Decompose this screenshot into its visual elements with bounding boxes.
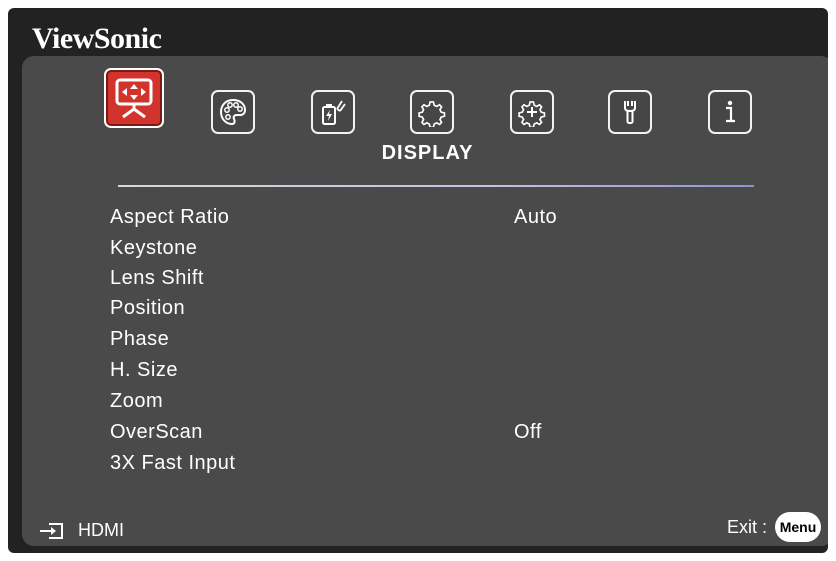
- palette-icon: [219, 98, 247, 126]
- input-source-icon: [40, 522, 63, 539]
- menu-item-3x-fast-input[interactable]: 3X Fast Input: [110, 452, 770, 480]
- tab-information[interactable]: [708, 90, 752, 134]
- title-divider: [118, 185, 754, 187]
- menu-item-phase[interactable]: Phase: [110, 328, 770, 356]
- gear-icon: [418, 101, 446, 127]
- display-icon: [115, 78, 153, 119]
- menu-item-label: Lens Shift: [110, 267, 204, 289]
- osd-window: ViewSonic DISPLAY Aspect Ratio Auto Keys…: [8, 8, 828, 553]
- menu-item-label: OverScan: [110, 421, 203, 443]
- exit-label: Exit :: [726, 516, 767, 537]
- input-source: HDMI: [38, 520, 124, 541]
- menu-item-label: Aspect Ratio: [110, 206, 230, 228]
- tab-maintenance[interactable]: [608, 90, 652, 134]
- menu-button[interactable]: Menu: [775, 512, 821, 542]
- tab-image-settings[interactable]: [211, 90, 255, 134]
- advanced-gear-icon: [518, 101, 546, 127]
- menu-item-label: 3X Fast Input: [110, 452, 236, 474]
- tab-advanced[interactable]: [510, 90, 554, 134]
- menu-item-value: Auto: [514, 206, 558, 228]
- tab-power-management[interactable]: [311, 90, 355, 134]
- menu-item-lens-shift[interactable]: Lens Shift: [110, 267, 770, 295]
- menu-item-label: Phase: [110, 328, 170, 350]
- menu-item-value: Off: [514, 421, 542, 443]
- menu-item-overscan[interactable]: OverScan Off: [110, 421, 770, 449]
- wrench-icon: [624, 101, 636, 124]
- tab-basic[interactable]: [410, 90, 454, 134]
- menu-panel: DISPLAY Aspect Ratio Auto Keystone Lens …: [22, 56, 828, 546]
- menu-item-keystone[interactable]: Keystone: [110, 237, 770, 265]
- brand-logo: ViewSonic: [32, 22, 162, 55]
- power-management-icon: [322, 100, 346, 125]
- exit-hint: Exit : Menu: [727, 512, 821, 542]
- menu-item-label: Zoom: [110, 390, 164, 412]
- menu-item-label: H. Size: [110, 359, 178, 381]
- menu-item-zoom[interactable]: Zoom: [110, 390, 770, 418]
- input-source-label: HDMI: [78, 520, 124, 540]
- menu-item-label: Keystone: [110, 237, 198, 259]
- menu-item-position[interactable]: Position: [110, 297, 770, 325]
- menu-item-label: Position: [110, 297, 186, 319]
- information-icon: [726, 100, 735, 123]
- tab-display[interactable]: [104, 68, 164, 128]
- menu-item-h-size[interactable]: H. Size: [110, 359, 770, 387]
- active-tab-title: DISPLAY: [381, 142, 474, 164]
- menu-item-aspect-ratio[interactable]: Aspect Ratio Auto: [110, 206, 770, 234]
